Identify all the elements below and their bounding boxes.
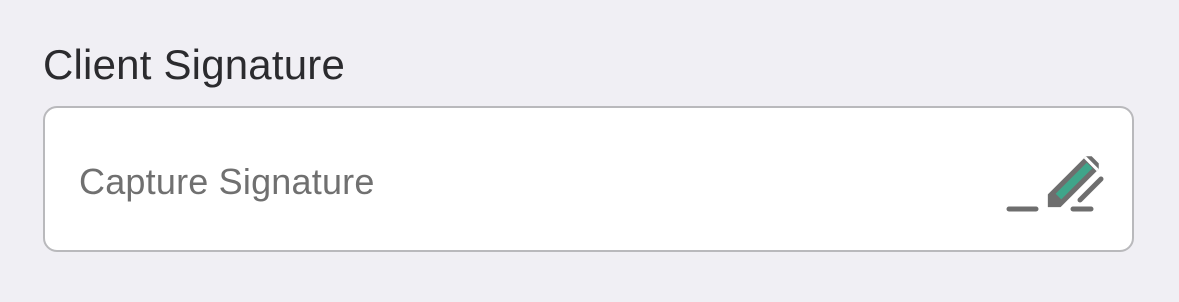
capture-signature-field[interactable]: Capture Signature: [43, 106, 1134, 252]
signature-placeholder: Capture Signature: [79, 161, 375, 202]
field-label: Client Signature: [43, 41, 346, 88]
signature-pen-icon: [1006, 156, 1104, 212]
